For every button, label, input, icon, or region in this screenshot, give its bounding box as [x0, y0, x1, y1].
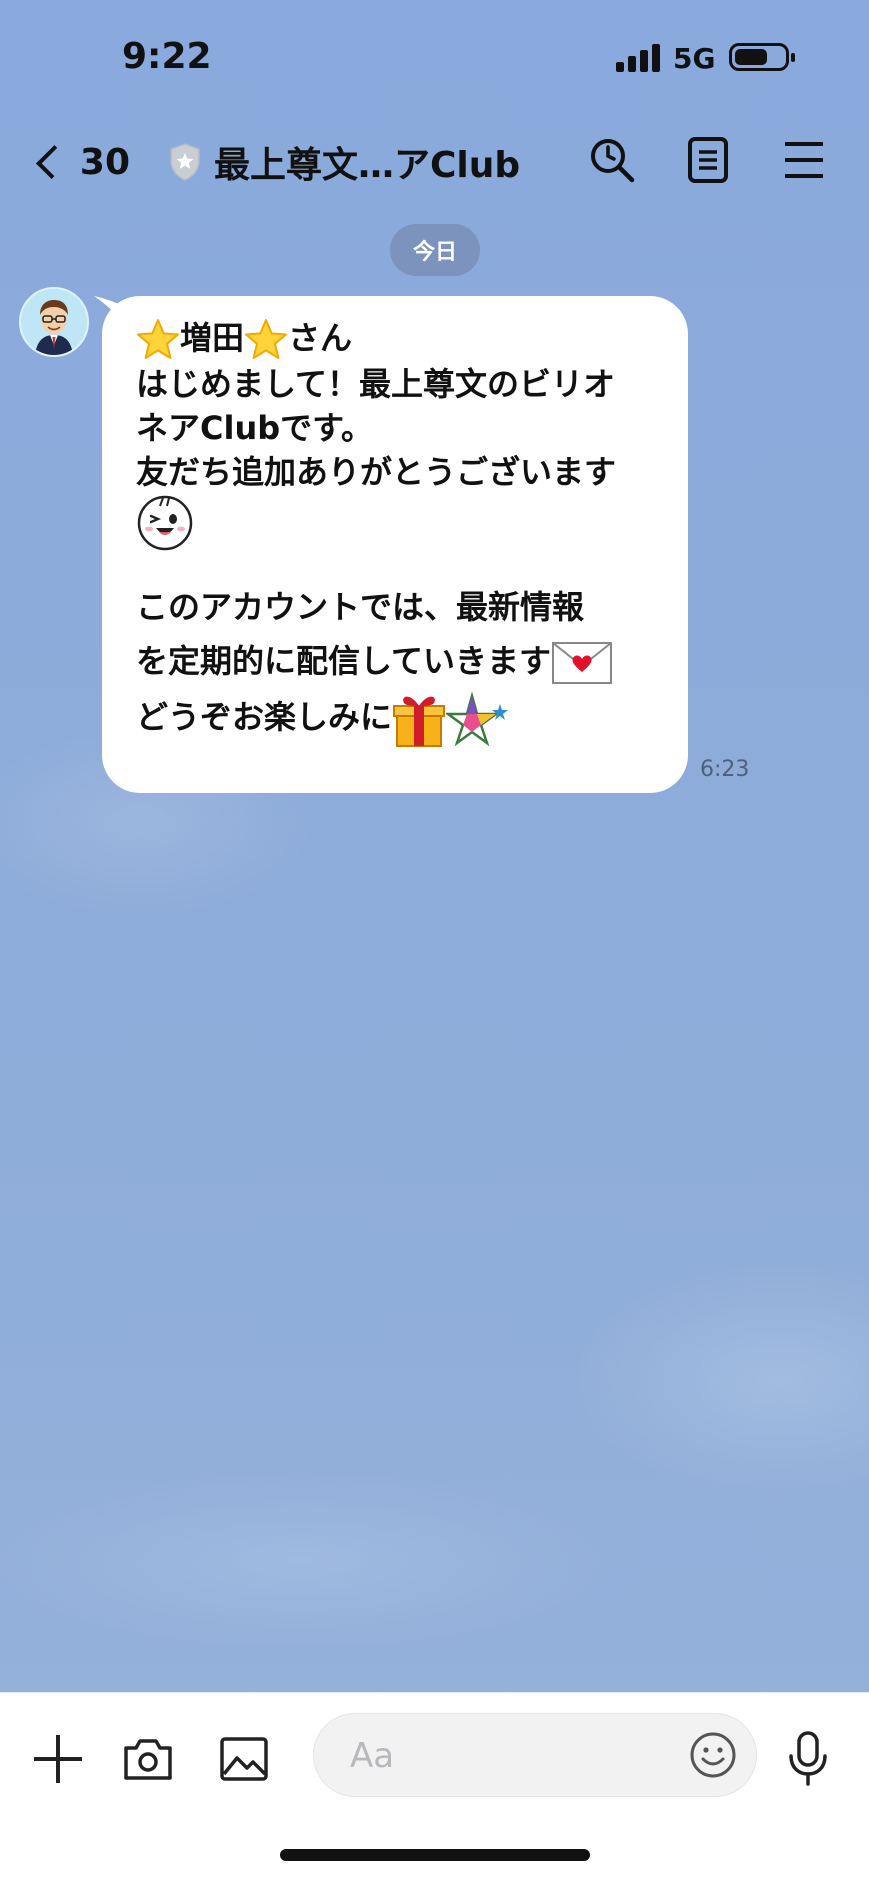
message-line: このアカウントでは、最新情報	[136, 588, 585, 626]
message-line-sticker	[136, 494, 660, 551]
message-timestamp: 6:23	[700, 757, 750, 782]
search-icon[interactable]	[584, 132, 640, 188]
message-input[interactable]: Aa	[313, 1713, 757, 1797]
mic-icon[interactable]	[778, 1729, 838, 1789]
unread-count: 30	[79, 141, 130, 183]
menu-icon[interactable]	[776, 132, 832, 188]
chevron-left-icon	[36, 145, 70, 179]
network-type: 5G	[673, 42, 716, 75]
star-emoji-icon	[137, 319, 179, 359]
input-placeholder: Aa	[350, 1736, 395, 1776]
gift-emoji-icon	[393, 696, 446, 747]
wink-face-emoji-icon	[137, 495, 193, 551]
sparkle-star-emoji-icon	[446, 692, 509, 746]
date-separator: 今日	[390, 224, 480, 276]
message-line-envelope: を定期的に配信していきます	[136, 634, 660, 688]
message-line: 友だち追加ありがとうございます	[136, 453, 617, 491]
chat-title: 最上尊文…アClub	[214, 145, 521, 186]
chat-title-area[interactable]: 最上尊文…アClub	[168, 134, 520, 190]
message-line-gift: どうぞお楽しみに	[136, 688, 660, 748]
message-text: どうぞお楽しみに	[136, 698, 393, 736]
message-bubble[interactable]: 増田 さん はじめまして！最上尊文のビリオ ネアClubです。 友だち追加ありがと…	[102, 296, 688, 793]
home-indicator[interactable]	[280, 1849, 590, 1861]
camera-icon[interactable]	[118, 1729, 178, 1789]
official-badge-icon	[170, 143, 200, 181]
message-line: ネアClubです。	[136, 409, 373, 447]
message-text: を定期的に配信していきます	[136, 642, 552, 680]
chat-background	[0, 0, 869, 1882]
signal-icon	[616, 44, 662, 72]
status-time: 9:22	[122, 36, 212, 77]
message-recipient-name: 増田	[180, 319, 245, 357]
love-letter-emoji-icon	[552, 642, 613, 684]
status-bar: 9:22 5G	[0, 0, 869, 110]
back-button[interactable]: 30	[30, 134, 130, 190]
message-line: はじめまして！最上尊文のビリオ	[136, 365, 616, 403]
plus-icon[interactable]	[28, 1729, 88, 1789]
input-toolbar: Aa	[0, 1692, 869, 1883]
image-icon[interactable]	[214, 1729, 274, 1789]
star-emoji-icon	[245, 319, 288, 359]
avatar[interactable]	[19, 287, 89, 357]
notes-icon[interactable]	[680, 132, 736, 188]
emoji-icon[interactable]	[688, 1730, 738, 1780]
battery-icon	[729, 43, 795, 71]
message-honorific: さん	[288, 319, 353, 357]
chat-header: 30 最上尊文…アClub	[0, 110, 869, 210]
message-line-greeting: 増田 さん	[136, 316, 660, 362]
